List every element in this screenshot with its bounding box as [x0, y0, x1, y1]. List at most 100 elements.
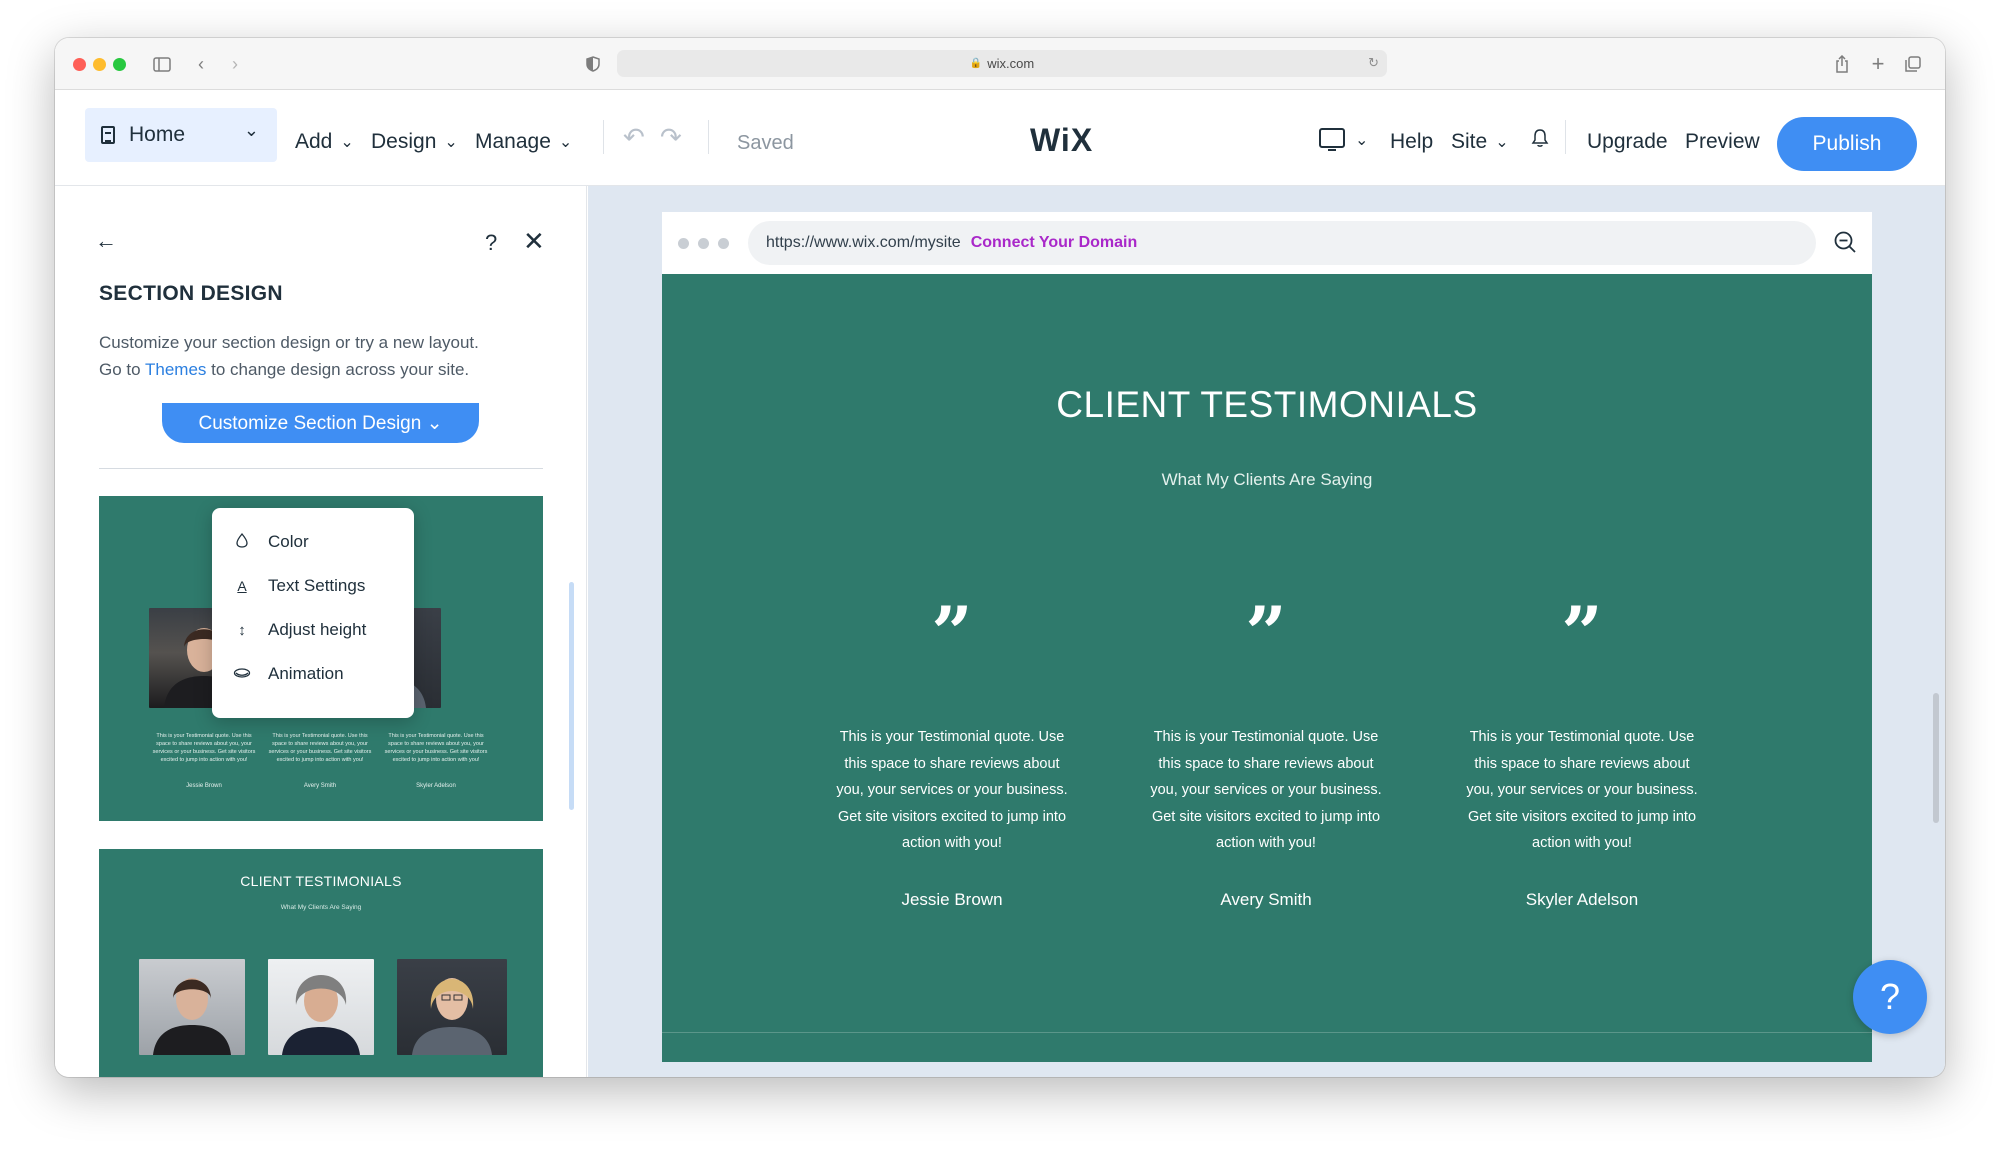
sidebar-toggle-icon[interactable] — [149, 51, 175, 77]
minimize-window-button[interactable] — [93, 58, 106, 71]
zoom-out-icon[interactable] — [1833, 230, 1857, 254]
back-arrow-icon[interactable]: ← — [95, 228, 117, 254]
page-selector[interactable]: Home ⌄ — [85, 108, 277, 162]
section-subtitle[interactable]: What My Clients Are Saying — [662, 470, 1872, 490]
add-menu[interactable]: Add ⌄ — [295, 130, 354, 154]
help-menu-label: Help — [1390, 130, 1434, 153]
panel-description-go-to: Go to — [99, 360, 145, 379]
layout-2-photo-2 — [268, 959, 374, 1055]
design-menu-label: Design — [371, 130, 437, 153]
preview-button[interactable]: Preview — [1685, 130, 1760, 154]
editor-canvas: https://www.wix.com/mysite Connect Your … — [588, 186, 1945, 1077]
upgrade-label: Upgrade — [1587, 130, 1668, 153]
chevron-down-icon: ⌄ — [444, 134, 458, 151]
section-bottom-divider — [662, 1032, 1872, 1033]
section-design-panel: ← ? ✕ SECTION DESIGN Customize your sect… — [55, 186, 587, 1077]
panel-divider — [99, 468, 543, 469]
manage-menu[interactable]: Manage ⌄ — [475, 130, 572, 154]
site-menu[interactable]: Site ⌄ — [1451, 130, 1509, 154]
testimonial-quote-1[interactable]: This is your Testimonial quote. Use this… — [832, 724, 1072, 857]
mini-quote-3: This is your Testimonial quote. Use this… — [384, 733, 488, 763]
mini-quote-2: This is your Testimonial quote. Use this… — [268, 733, 372, 763]
topbar-divider — [603, 120, 604, 154]
design-menu[interactable]: Design ⌄ — [371, 130, 458, 154]
site-preview-chrome: https://www.wix.com/mysite Connect Your … — [662, 212, 1872, 274]
chevron-down-icon: ⌄ — [243, 120, 259, 140]
redo-icon[interactable]: ↷ — [660, 122, 682, 153]
notifications-bell-icon[interactable] — [1531, 128, 1549, 154]
panel-scrollbar[interactable] — [569, 582, 574, 810]
topbar-divider — [1565, 120, 1566, 154]
customize-section-design-button[interactable]: Customize Section Design ⌄ — [162, 403, 479, 443]
testimonials-section[interactable]: CLIENT TESTIMONIALS What My Clients Are … — [662, 274, 1872, 1062]
publish-button[interactable]: Publish — [1777, 117, 1917, 171]
color-label: Color — [268, 532, 309, 551]
testimonial-quote-2[interactable]: This is your Testimonial quote. Use this… — [1146, 724, 1386, 857]
testimonial-name-2[interactable]: Avery Smith — [1146, 890, 1386, 910]
tab-overview-icon[interactable] — [1903, 51, 1923, 77]
testimonial-name-3[interactable]: Skyler Adelson — [1462, 890, 1702, 910]
site-preview-frame: https://www.wix.com/mysite Connect Your … — [662, 212, 1872, 1062]
testimonial-name-1[interactable]: Jessie Brown — [832, 890, 1072, 910]
close-window-button[interactable] — [73, 58, 86, 71]
help-menu[interactable]: Help — [1390, 130, 1433, 154]
topbar-divider — [708, 120, 709, 154]
layout-2-title: CLIENT TESTIMONIALS — [240, 873, 402, 889]
site-url-bar: https://www.wix.com/mysite Connect Your … — [748, 221, 1816, 265]
panel-description: Customize your section design or try a n… — [99, 329, 529, 383]
preview-dot — [718, 238, 729, 249]
section-title[interactable]: CLIENT TESTIMONIALS — [662, 384, 1872, 426]
connect-domain-link[interactable]: Connect Your Domain — [971, 234, 1138, 252]
animation-label: Animation — [268, 664, 344, 683]
themes-link[interactable]: Themes — [145, 360, 206, 379]
preview-dot — [678, 238, 689, 249]
animation-icon — [212, 666, 272, 683]
chevron-down-icon[interactable]: ⌄ — [1355, 130, 1368, 150]
save-status: Saved — [737, 132, 794, 154]
back-icon[interactable]: ‹ — [191, 51, 211, 77]
forward-icon[interactable]: › — [225, 51, 245, 77]
layout-2-subtitle: What My Clients Are Saying — [280, 904, 362, 911]
close-icon[interactable]: ✕ — [523, 226, 545, 257]
undo-icon[interactable]: ↶ — [623, 122, 645, 153]
quote-mark-icon: ” — [1245, 590, 1287, 675]
browser-url: wix.com — [987, 56, 1035, 71]
chevron-down-icon: ⌄ — [1495, 134, 1509, 151]
upgrade-link[interactable]: Upgrade — [1587, 130, 1668, 154]
layout-option-2[interactable]: CLIENT TESTIMONIALS What My Clients Are … — [99, 849, 543, 1077]
quote-mark-icon: ” — [931, 590, 973, 675]
privacy-shield-icon[interactable] — [583, 51, 603, 77]
layout-2-photo-3 — [397, 959, 507, 1055]
desktop-view-icon[interactable] — [1319, 128, 1345, 151]
reload-icon[interactable]: ↻ — [1368, 55, 1379, 71]
new-tab-icon[interactable]: + — [1868, 51, 1888, 77]
browser-window: ‹ › 🔒 wix.com ↻ + Home ⌄ Add ⌄ Design ⌄ — [55, 38, 1945, 1077]
site-url: https://www.wix.com/mysite — [766, 234, 961, 251]
customize-section-design-label: Customize Section Design ⌄ — [198, 413, 443, 434]
panel-title: SECTION DESIGN — [99, 282, 283, 305]
animation-menu-item[interactable]: Animation — [212, 652, 414, 696]
page-icon — [101, 126, 115, 144]
zoom-window-button[interactable] — [113, 58, 126, 71]
chevron-down-icon: ⌄ — [558, 134, 573, 151]
quote-mark-icon: ” — [1561, 590, 1603, 675]
mini-quote-1: This is your Testimonial quote. Use this… — [152, 733, 256, 763]
help-icon[interactable]: ? — [485, 230, 497, 256]
browser-address-bar[interactable]: 🔒 wix.com ↻ — [617, 50, 1387, 77]
mini-name-1: Jessie Brown — [186, 783, 222, 789]
help-bubble-button[interactable]: ? — [1853, 960, 1927, 1034]
text-a-icon: A — [237, 578, 247, 594]
canvas-scrollbar[interactable] — [1933, 693, 1939, 823]
lock-icon: 🔒 — [969, 58, 983, 69]
adjust-height-menu-item[interactable]: ↕ Adjust height — [212, 608, 414, 652]
wix-logo: WiX — [1030, 122, 1094, 158]
mini-name-3: Skyler Adelson — [416, 783, 456, 789]
vertical-resize-icon: ↕ — [238, 621, 246, 639]
preview-dot — [698, 238, 709, 249]
color-menu-item[interactable]: Color — [212, 520, 414, 564]
testimonial-quote-3[interactable]: This is your Testimonial quote. Use this… — [1462, 724, 1702, 857]
site-menu-label: Site — [1451, 130, 1488, 153]
text-settings-menu-item[interactable]: A Text Settings — [212, 564, 414, 608]
share-icon[interactable] — [1832, 51, 1852, 77]
editor-topbar: Home ⌄ Add ⌄ Design ⌄ Manage ⌄ ↶ ↷ Saved Wi… — [55, 90, 1945, 186]
